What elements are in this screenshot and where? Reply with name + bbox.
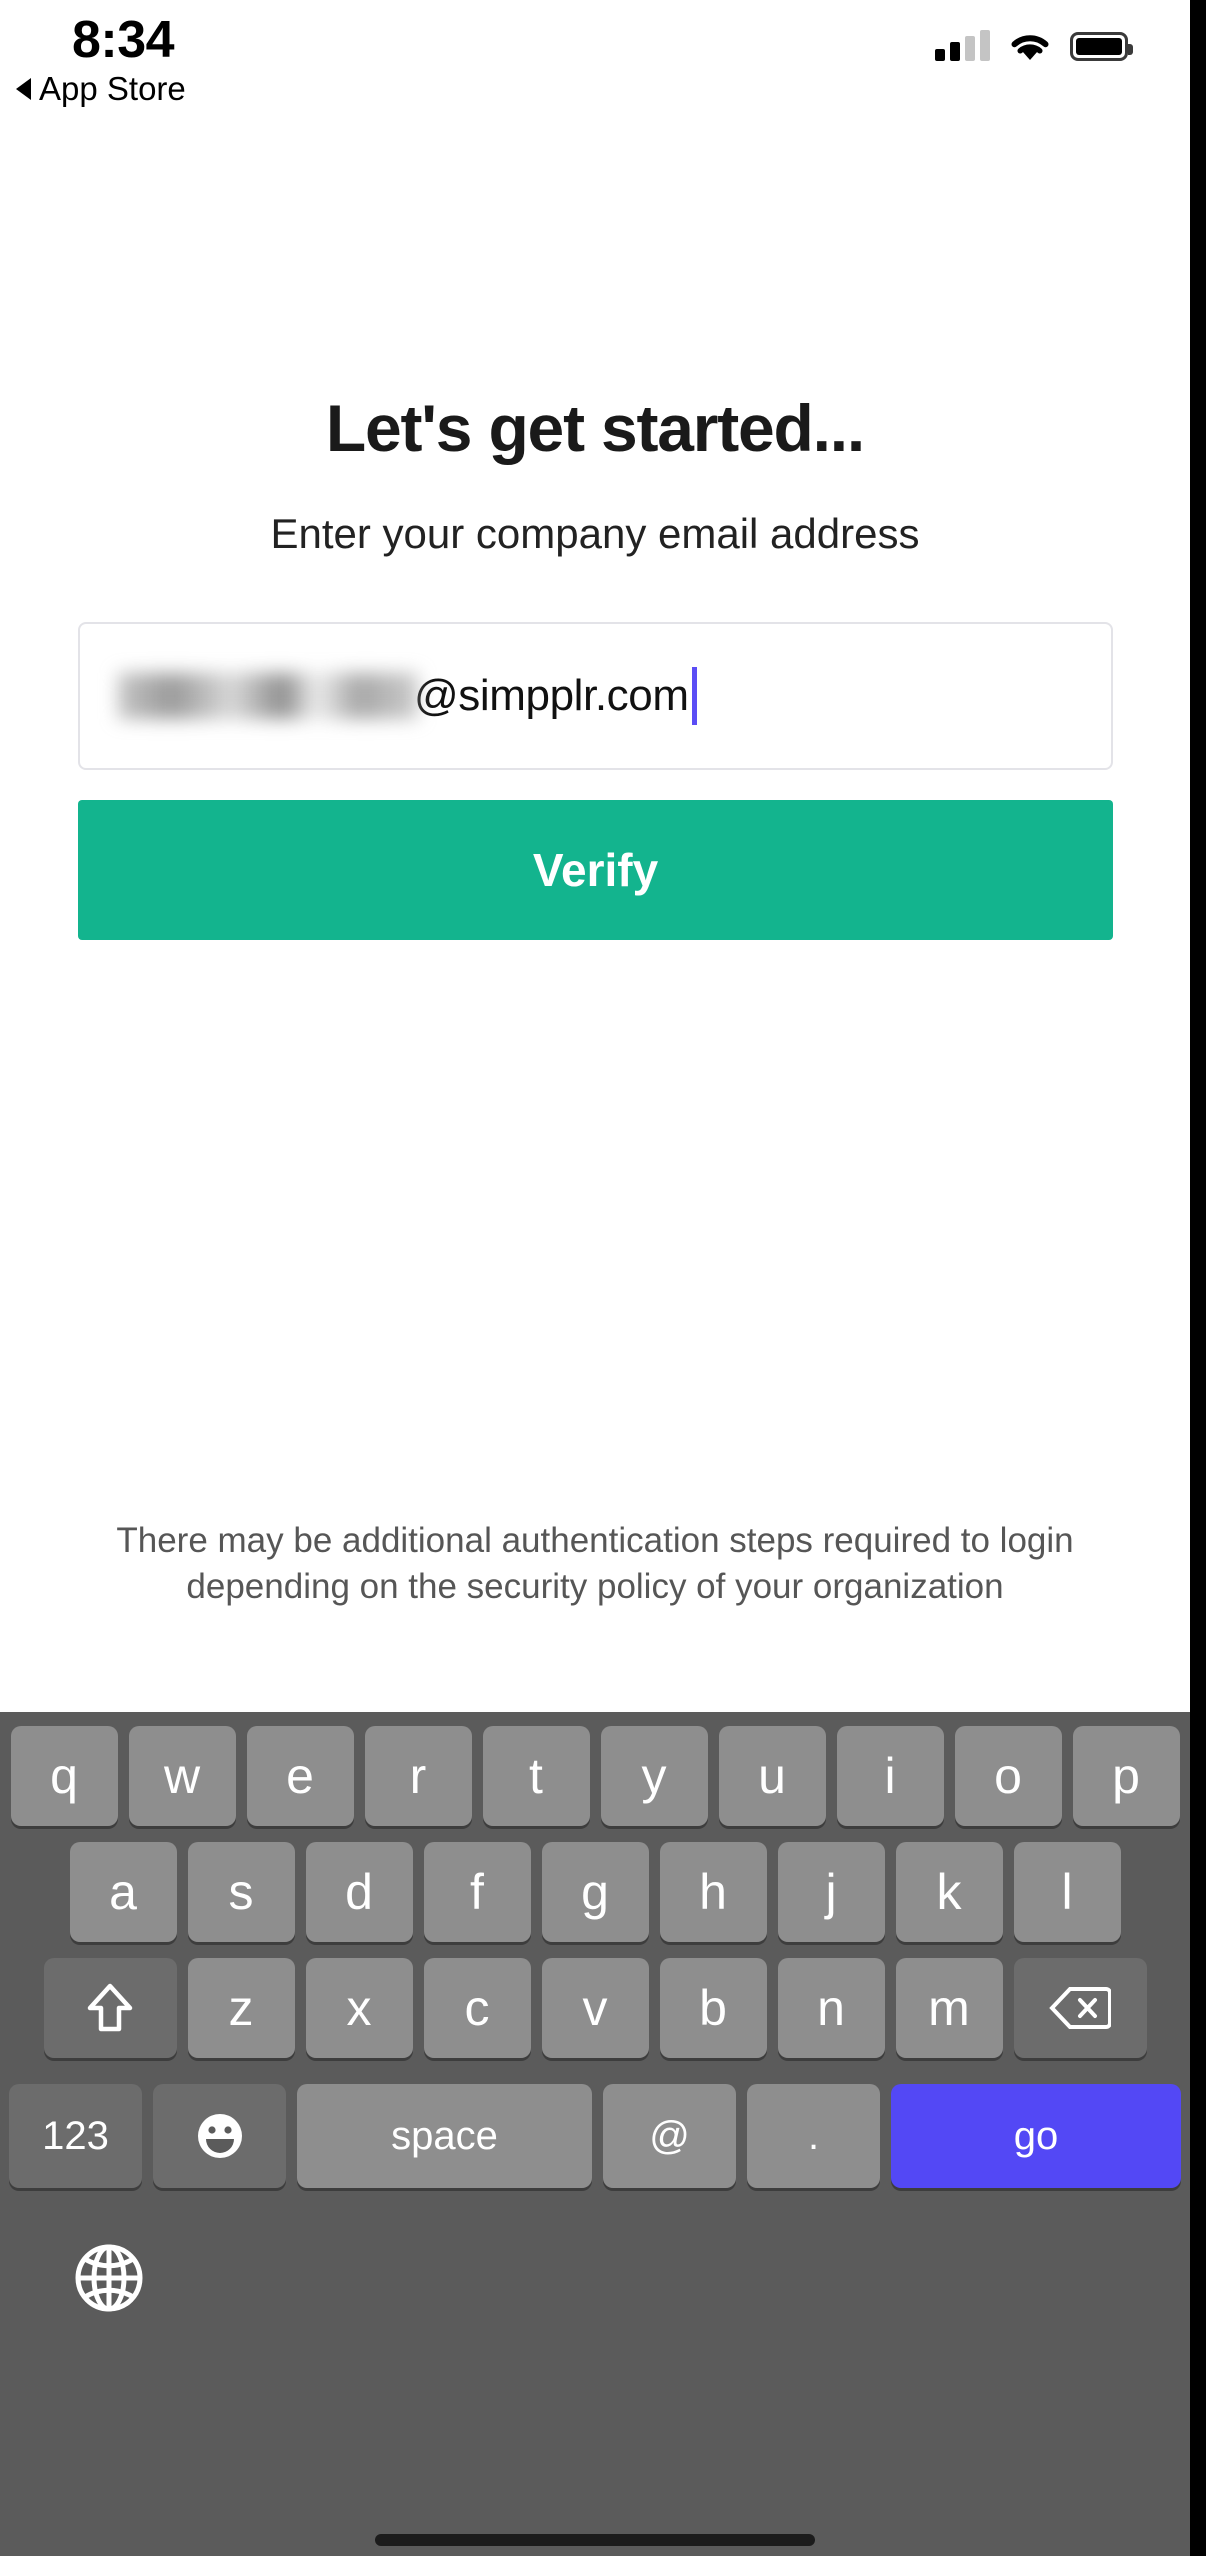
key-period[interactable]: .: [747, 2084, 880, 2188]
emoji-icon[interactable]: [153, 2084, 286, 2188]
keyboard-row-2: a s d f g h j k l: [5, 1842, 1185, 1942]
email-input-value: @simpplr.com: [414, 671, 689, 720]
key-a[interactable]: a: [69, 1842, 177, 1942]
keyboard-row-1: q w e r t y u i o p: [5, 1726, 1185, 1826]
status-bar: 8:34: [0, 0, 1190, 78]
key-space[interactable]: space: [297, 2084, 592, 2188]
wifi-icon: [1008, 30, 1052, 62]
redacted-email-prefix: [118, 673, 418, 719]
key-n[interactable]: n: [777, 1958, 885, 2058]
key-i[interactable]: i: [836, 1726, 944, 1826]
key-go[interactable]: go: [891, 2084, 1181, 2188]
back-to-app-store-button[interactable]: App Store: [16, 70, 186, 108]
back-link-label: App Store: [39, 70, 186, 107]
on-screen-keyboard: q w e r t y u i o p a s d f g h j k l z …: [0, 1712, 1190, 2556]
globe-icon[interactable]: [68, 2237, 150, 2319]
text-caret: [691, 667, 697, 725]
key-f[interactable]: f: [423, 1842, 531, 1942]
status-bar-time: 8:34: [72, 11, 175, 69]
back-triangle-icon: [16, 78, 31, 100]
key-t[interactable]: t: [482, 1726, 590, 1826]
email-input-content: @simpplr.com: [80, 624, 697, 768]
key-at[interactable]: @: [603, 2084, 736, 2188]
key-j[interactable]: j: [777, 1842, 885, 1942]
page-title: Let's get started...: [325, 391, 865, 465]
key-z[interactable]: z: [187, 1958, 295, 2058]
key-y[interactable]: y: [600, 1726, 708, 1826]
home-indicator: [375, 2534, 815, 2546]
key-w[interactable]: w: [128, 1726, 236, 1826]
keyboard-row-3: z x c v b n m: [5, 1958, 1185, 2058]
key-k[interactable]: k: [895, 1842, 1003, 1942]
keyboard-row-4: 123 space @ . go: [5, 2084, 1185, 2188]
battery-full-icon: [1070, 31, 1133, 61]
key-v[interactable]: v: [541, 1958, 649, 2058]
key-p[interactable]: p: [1072, 1726, 1180, 1826]
key-numbers[interactable]: 123: [9, 2084, 142, 2188]
cellular-signal-icon: [935, 30, 990, 61]
authentication-disclaimer: There may be additional authentication s…: [116, 1521, 1074, 1607]
key-l[interactable]: l: [1013, 1842, 1121, 1942]
key-b[interactable]: b: [659, 1958, 767, 2058]
shift-icon[interactable]: [43, 1958, 177, 2058]
key-e[interactable]: e: [246, 1726, 354, 1826]
backspace-icon[interactable]: [1013, 1958, 1147, 2058]
phone-screen: 8:34 App Store Let's get started... Ente…: [0, 0, 1190, 2556]
key-o[interactable]: o: [954, 1726, 1062, 1826]
page-subtitle: Enter your company email address: [270, 510, 920, 557]
key-c[interactable]: c: [423, 1958, 531, 2058]
key-u[interactable]: u: [718, 1726, 826, 1826]
verify-button[interactable]: Verify: [78, 800, 1113, 940]
key-r[interactable]: r: [364, 1726, 472, 1826]
key-g[interactable]: g: [541, 1842, 649, 1942]
key-s[interactable]: s: [187, 1842, 295, 1942]
key-h[interactable]: h: [659, 1842, 767, 1942]
key-q[interactable]: q: [10, 1726, 118, 1826]
status-bar-indicators: [935, 30, 1133, 62]
key-x[interactable]: x: [305, 1958, 413, 2058]
key-m[interactable]: m: [895, 1958, 1003, 2058]
email-input-field[interactable]: @simpplr.com: [78, 622, 1113, 770]
right-bezel: [1190, 0, 1206, 2556]
key-d[interactable]: d: [305, 1842, 413, 1942]
